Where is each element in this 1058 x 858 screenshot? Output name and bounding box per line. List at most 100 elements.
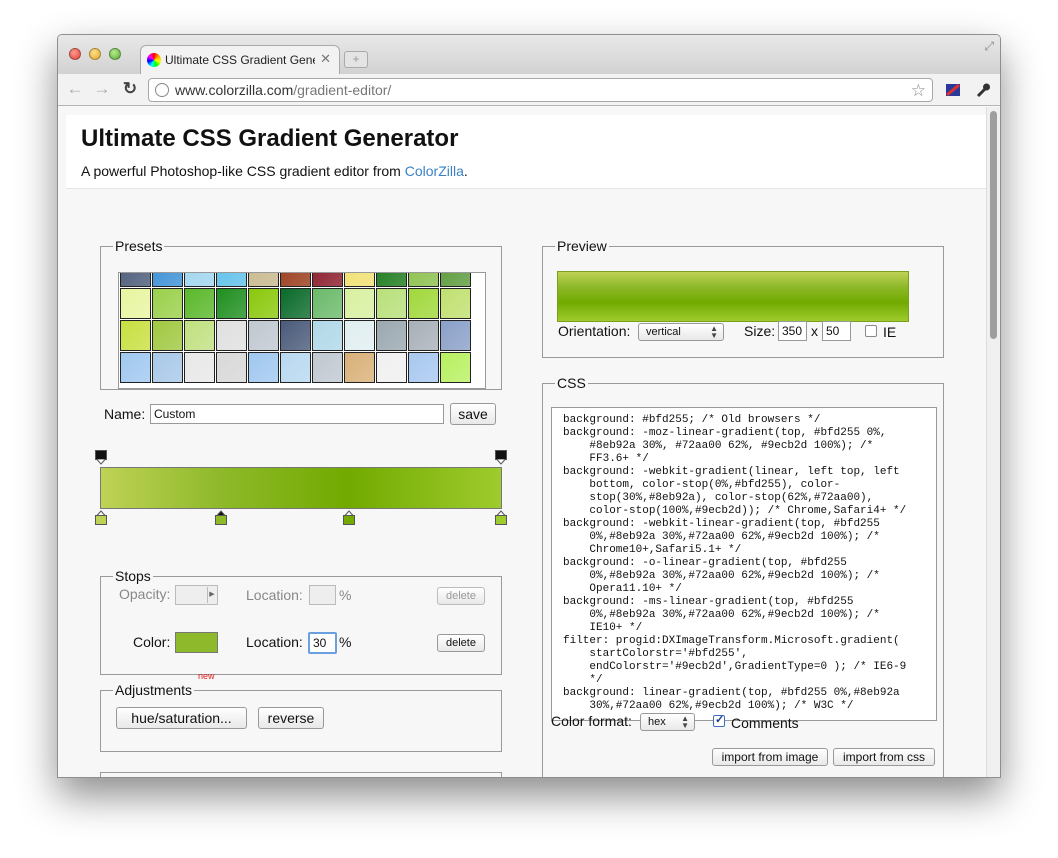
opacity-stepper: ▶ xyxy=(175,585,218,605)
preset-swatch[interactable] xyxy=(376,320,407,351)
preset-swatch[interactable] xyxy=(120,320,151,351)
width-input[interactable]: 350 xyxy=(778,321,807,341)
colorzilla-extension-icon[interactable] xyxy=(944,81,962,99)
forward-arrow-icon[interactable]: → xyxy=(91,79,113,99)
presets-panel: Presets xyxy=(100,238,502,390)
preset-swatch[interactable] xyxy=(216,352,247,383)
preset-swatch[interactable] xyxy=(184,352,215,383)
color-stop-marker[interactable] xyxy=(495,510,507,525)
reverse-button[interactable]: reverse xyxy=(258,707,324,729)
preset-swatch[interactable] xyxy=(408,288,439,319)
close-window-button[interactable] xyxy=(69,48,81,60)
preset-swatch[interactable] xyxy=(248,288,279,319)
preset-swatch[interactable] xyxy=(120,288,151,319)
save-button[interactable]: save xyxy=(450,403,496,425)
preset-swatch[interactable] xyxy=(312,352,343,383)
preset-swatch[interactable] xyxy=(440,352,471,383)
preset-swatch[interactable] xyxy=(216,320,247,351)
colorzilla-favicon-icon xyxy=(147,53,161,67)
preset-swatch[interactable] xyxy=(312,320,343,351)
preset-swatch[interactable] xyxy=(280,320,311,351)
preset-swatch[interactable] xyxy=(376,352,407,383)
preset-swatch[interactable] xyxy=(248,273,279,287)
subtitle-period: . xyxy=(463,163,468,179)
preset-swatch[interactable] xyxy=(280,273,311,287)
scrollbar-thumb[interactable] xyxy=(990,111,997,339)
comments-checkbox[interactable]: ✓ xyxy=(713,714,725,727)
fullscreen-icon[interactable]: ⤢ xyxy=(984,39,994,54)
preset-swatch[interactable] xyxy=(312,288,343,319)
preset-swatch[interactable] xyxy=(376,288,407,319)
height-input[interactable]: 50 xyxy=(822,321,851,341)
preset-swatch[interactable] xyxy=(152,273,183,287)
preset-swatch[interactable] xyxy=(216,273,247,287)
gradient-bar[interactable] xyxy=(100,467,502,509)
preset-swatch[interactable] xyxy=(120,273,151,287)
color-stop-marker[interactable] xyxy=(343,510,355,525)
preset-swatch[interactable] xyxy=(152,352,183,383)
color-percent: % xyxy=(339,634,352,650)
reload-icon[interactable]: ↻ xyxy=(119,79,141,99)
preset-swatch[interactable] xyxy=(152,320,183,351)
colorzilla-link[interactable]: ColorZilla xyxy=(405,163,464,179)
browser-toolbar: ← → ↻ www.colorzilla.com/gradient-editor… xyxy=(58,74,1000,106)
preset-swatch[interactable] xyxy=(344,273,375,287)
preset-swatch[interactable] xyxy=(344,352,375,383)
preset-swatch[interactable] xyxy=(184,288,215,319)
preset-swatch[interactable] xyxy=(376,273,407,287)
color-stop-marker[interactable] xyxy=(215,510,227,525)
preset-swatch[interactable] xyxy=(408,320,439,351)
import-from-css-button[interactable]: import from css xyxy=(833,748,935,766)
new-tab-button[interactable]: + xyxy=(344,51,368,68)
opacity-stop-left[interactable] xyxy=(95,450,107,465)
close-tab-icon[interactable]: ✕ xyxy=(320,51,331,67)
preset-swatch[interactable] xyxy=(344,320,375,351)
preset-swatch[interactable] xyxy=(152,288,183,319)
partial-panel xyxy=(100,772,502,777)
preset-swatch[interactable] xyxy=(248,352,279,383)
orientation-label: Orientation: xyxy=(558,323,631,339)
preset-swatch[interactable] xyxy=(408,352,439,383)
preset-swatch[interactable] xyxy=(184,273,215,287)
size-separator: x xyxy=(811,323,818,339)
preset-swatch[interactable] xyxy=(280,288,311,319)
page-scrollbar[interactable] xyxy=(986,107,1000,777)
color-swatch[interactable] xyxy=(175,632,218,653)
page-title: Ultimate CSS Gradient Generator xyxy=(81,125,459,152)
color-format-value: hex xyxy=(648,716,666,728)
back-arrow-icon[interactable]: ← xyxy=(64,79,86,99)
presets-grid[interactable] xyxy=(118,272,486,389)
css-output[interactable]: background: #bfd255; /* Old browsers */ … xyxy=(551,407,937,721)
ie-checkbox[interactable] xyxy=(865,325,877,337)
subtitle-text: A powerful Photoshop-like CSS gradient e… xyxy=(81,163,405,179)
preset-swatch[interactable] xyxy=(440,273,471,287)
minimize-window-button[interactable] xyxy=(89,48,101,60)
preset-swatch[interactable] xyxy=(216,288,247,319)
zoom-window-button[interactable] xyxy=(109,48,121,60)
preset-swatch[interactable] xyxy=(312,273,343,287)
opacity-location-input xyxy=(309,585,336,605)
preset-swatch[interactable] xyxy=(344,288,375,319)
color-location-input[interactable]: 30 xyxy=(308,632,337,654)
preset-swatch[interactable] xyxy=(408,273,439,287)
preset-swatch[interactable] xyxy=(280,352,311,383)
preset-swatch[interactable] xyxy=(248,320,279,351)
color-stop-marker[interactable] xyxy=(95,510,107,525)
orientation-select[interactable]: vertical ▲ ▼ xyxy=(638,323,724,341)
color-format-select[interactable]: hex ▲ ▼ xyxy=(640,713,695,731)
hue-saturation-button[interactable]: hue/saturation... xyxy=(116,707,247,729)
wrench-icon[interactable] xyxy=(974,81,992,99)
tab-gradient-generator[interactable]: Ultimate CSS Gradient Genera ✕ xyxy=(140,45,340,74)
opacity-delete-button: delete xyxy=(437,587,485,605)
name-input[interactable]: Custom xyxy=(150,404,444,424)
address-bar[interactable]: www.colorzilla.com/gradient-editor/ ☆ xyxy=(148,78,933,102)
opacity-stop-right[interactable] xyxy=(495,450,507,465)
preset-swatch[interactable] xyxy=(184,320,215,351)
bookmark-star-icon[interactable]: ☆ xyxy=(911,80,926,102)
browser-window: Ultimate CSS Gradient Genera ✕ + ⤢ ← → ↻… xyxy=(57,34,1001,778)
preset-swatch[interactable] xyxy=(120,352,151,383)
color-delete-button[interactable]: delete xyxy=(437,634,485,652)
import-from-image-button[interactable]: import from image xyxy=(712,748,828,766)
preset-swatch[interactable] xyxy=(440,320,471,351)
preset-swatch[interactable] xyxy=(440,288,471,319)
